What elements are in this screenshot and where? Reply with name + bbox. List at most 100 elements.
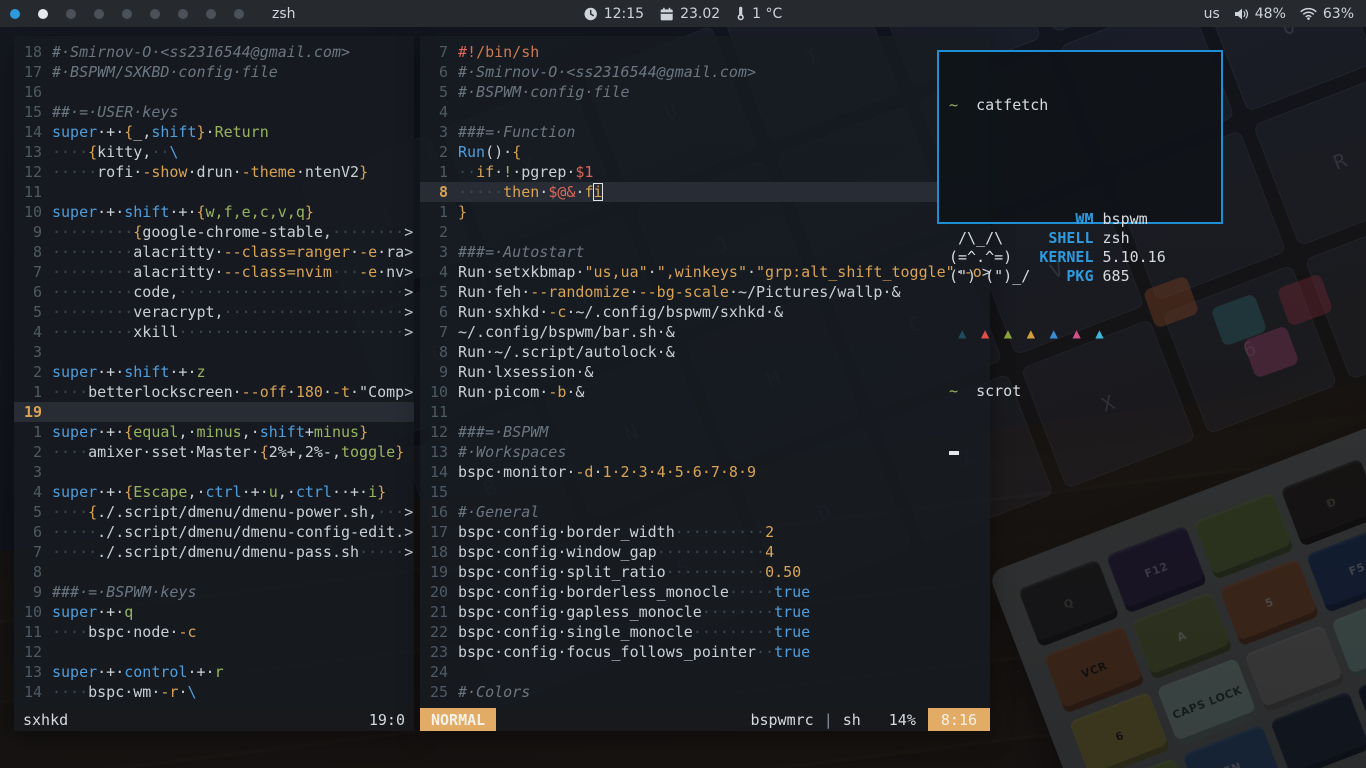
editor-line[interactable]: 18bspc·config·window_gap············4 bbox=[420, 542, 990, 562]
editor-line[interactable]: 2super·+·shift·+·z bbox=[14, 362, 414, 382]
editor-line[interactable]: 10Run·picom·-b·& bbox=[420, 382, 990, 402]
editor-line[interactable]: 2Run()·{ bbox=[420, 142, 990, 162]
workspace-dot-empty[interactable] bbox=[206, 9, 216, 19]
editor-line[interactable]: 5····{./.script/dmenu/dmenu-power.sh,···… bbox=[14, 502, 414, 522]
line-number: 9 bbox=[420, 362, 458, 382]
editor-line[interactable]: 7~/.config/bspwm/bar.sh·& bbox=[420, 322, 990, 342]
workspace-dot-empty[interactable] bbox=[122, 9, 132, 19]
editor-line[interactable]: 13super·+·control·+·r bbox=[14, 662, 414, 682]
workspace-dot-focused[interactable] bbox=[10, 9, 20, 19]
editor-line[interactable]: 10super·+·q bbox=[14, 602, 414, 622]
editor-line[interactable]: 20bspc·config·borderless_monocle·····tru… bbox=[420, 582, 990, 602]
editor-line[interactable]: 1··if·!·pgrep·$1 bbox=[420, 162, 990, 182]
editor-line[interactable]: 6#·Smirnov-O·<ss2316544@gmail.com> bbox=[420, 62, 990, 82]
editor-line[interactable]: 11 bbox=[420, 402, 990, 422]
editor-line[interactable]: 6·····./.script/dmenu/dmenu-config-edit.… bbox=[14, 522, 414, 542]
code-token: > bbox=[404, 303, 413, 321]
editor-line[interactable]: 21bspc·config·gapless_monocle········tru… bbox=[420, 602, 990, 622]
editor-line[interactable]: 10super·+·shift·+·{w,f,e,c,v,q} bbox=[14, 202, 414, 222]
editor-line[interactable]: 4 bbox=[420, 102, 990, 122]
editor-line[interactable]: 11 bbox=[14, 182, 414, 202]
editor-line[interactable]: 6·········code,·························… bbox=[14, 282, 414, 302]
editor-line[interactable]: 25#·Colors bbox=[420, 682, 990, 702]
workspace-dot-occupied[interactable] bbox=[38, 9, 48, 19]
editor-line[interactable]: 14super·+·{_,shift}·Return bbox=[14, 122, 414, 142]
editor-line[interactable]: 17bspc·config·border_width··········2 bbox=[420, 522, 990, 542]
editor-line[interactable]: 5·········veracrypt,····················… bbox=[14, 302, 414, 322]
editor-line[interactable]: 4Run·setxkbmap·"us,ua"·",winkeys"·"grp:a… bbox=[420, 262, 990, 282]
editor-line[interactable]: 2····amixer·sset·Master·{2%+,2%-,toggle} bbox=[14, 442, 414, 462]
workspace-dot-empty[interactable] bbox=[178, 9, 188, 19]
editor-line[interactable]: 3###=·Function bbox=[420, 122, 990, 142]
editor-line[interactable]: 6Run·sxhkd·-c·~/.config/bspwm/sxhkd·& bbox=[420, 302, 990, 322]
editor-line[interactable]: 9·········{google-chrome-stable,········… bbox=[14, 222, 414, 242]
floating-terminal-catfetch[interactable]: ~ catfetch WM bspwm /\_/\ SHELL zsh(=^.^… bbox=[937, 50, 1223, 224]
focused-window-title: zsh bbox=[272, 6, 296, 22]
terminal-window-bspwmrc[interactable]: 7#!/bin/sh6#·Smirnov-O·<ss2316544@gmail.… bbox=[420, 36, 990, 731]
keyboard-layout-indicator[interactable]: us bbox=[1204, 6, 1220, 22]
right-editor-buffer[interactable]: 7#!/bin/sh6#·Smirnov-O·<ss2316544@gmail.… bbox=[420, 36, 990, 708]
editor-line[interactable]: 11····bspc·node·-c bbox=[14, 622, 414, 642]
line-code: } bbox=[458, 202, 467, 222]
editor-line[interactable]: 13#·Workspaces bbox=[420, 442, 990, 462]
editor-line[interactable]: 4super·+·{Escape,·ctrl·+·u,·ctrl··+·i} bbox=[14, 482, 414, 502]
code-token: > bbox=[404, 503, 413, 521]
workspace-dot-empty[interactable] bbox=[234, 9, 244, 19]
editor-line[interactable]: 23bspc·config·focus_follows_pointer··tru… bbox=[420, 642, 990, 662]
editor-line[interactable]: 14····bspc·wm·-r·\ bbox=[14, 682, 414, 702]
editor-line[interactable]: 4·········xkill·························… bbox=[14, 322, 414, 342]
editor-line[interactable]: 12·····rofi·-show·drun·-theme·ntenV2} bbox=[14, 162, 414, 182]
editor-line[interactable]: 17#·BSPWM/SXKBD·config·file bbox=[14, 62, 414, 82]
editor-line[interactable]: 1····betterlockscreen·--off·180·-t·"Comp… bbox=[14, 382, 414, 402]
code-token: \ bbox=[187, 683, 196, 701]
editor-line[interactable]: 15##·=·USER·keys bbox=[14, 102, 414, 122]
editor-line[interactable]: 5Run·feh·--randomize·--bg-scale·~/Pictur… bbox=[420, 282, 990, 302]
editor-line[interactable]: 18#·Smirnov-O·<ss2316544@gmail.com> bbox=[14, 42, 414, 62]
line-number: 5 bbox=[420, 282, 458, 302]
editor-line[interactable]: 16 bbox=[14, 82, 414, 102]
workspace-dot-empty[interactable] bbox=[66, 9, 76, 19]
line-code: ~/.config/bspwm/bar.sh·& bbox=[458, 322, 675, 342]
catfetch-color-palette: ▲ ▲ ▲ ▲ ▲ ▲ ▲ bbox=[949, 324, 1221, 344]
wifi-module[interactable]: 63% bbox=[1300, 6, 1354, 22]
line-code: bspc·config·border_width··········2 bbox=[458, 522, 774, 542]
editor-line[interactable]: 15 bbox=[420, 482, 990, 502]
editor-line[interactable]: 16#·General bbox=[420, 502, 990, 522]
workspace-dot-empty[interactable] bbox=[150, 9, 160, 19]
left-editor-buffer[interactable]: 18#·Smirnov-O·<ss2316544@gmail.com>17#·B… bbox=[14, 36, 414, 708]
editor-line[interactable]: 2 bbox=[420, 222, 990, 242]
editor-line[interactable]: 8·····then·$@&·fi bbox=[420, 182, 990, 202]
line-number: 12 bbox=[14, 162, 52, 182]
line-number: 7 bbox=[420, 42, 458, 62]
editor-line[interactable]: 1} bbox=[420, 202, 990, 222]
editor-line[interactable]: 1super·+·{equal,·minus,·shift+minus} bbox=[14, 422, 414, 442]
code-token: ··········· bbox=[666, 563, 765, 581]
editor-line[interactable]: 3 bbox=[14, 462, 414, 482]
editor-line[interactable]: 9###·=·BSPWM·keys bbox=[14, 582, 414, 602]
editor-line[interactable]: 9Run·lxsession·& bbox=[420, 362, 990, 382]
editor-line[interactable]: 7·····./.script/dmenu/dmenu-pass.sh·····… bbox=[14, 542, 414, 562]
editor-line[interactable]: 5#·BSPWM·config·file bbox=[420, 82, 990, 102]
editor-line[interactable]: 14bspc·monitor·-d·1·2·3·4·5·6·7·8·9 bbox=[420, 462, 990, 482]
workspace-dot-empty[interactable] bbox=[94, 9, 104, 19]
editor-line[interactable]: 3 bbox=[14, 342, 414, 362]
editor-line[interactable]: 24 bbox=[420, 662, 990, 682]
editor-line[interactable]: 7·········alacritty·--class=nvim···-e·nv… bbox=[14, 262, 414, 282]
editor-line[interactable]: 13····{kitty,··\ bbox=[14, 142, 414, 162]
editor-line[interactable]: 8 bbox=[14, 562, 414, 582]
editor-line[interactable]: 8·········alacritty·--class=ranger·-e·ra… bbox=[14, 242, 414, 262]
terminal-window-sxhkd[interactable]: 18#·Smirnov-O·<ss2316544@gmail.com>17#·B… bbox=[14, 36, 414, 731]
editor-line[interactable]: 7#!/bin/sh bbox=[420, 42, 990, 62]
editor-line[interactable]: 12 bbox=[14, 642, 414, 662]
editor-line[interactable]: 12###=·BSPWM bbox=[420, 422, 990, 442]
editor-line[interactable]: 19 bbox=[14, 402, 414, 422]
code-token: 2%+,2%-, bbox=[269, 443, 341, 461]
editor-line[interactable]: 8Run·~/.script/autolock·& bbox=[420, 342, 990, 362]
editor-line[interactable]: 3###=·Autostart bbox=[420, 242, 990, 262]
volume-module[interactable]: 48% bbox=[1234, 6, 1286, 22]
editor-line[interactable]: 19bspc·config·split_ratio···········0.50 bbox=[420, 562, 990, 582]
line-code: ·····./.script/dmenu/dmenu-pass.sh·····> bbox=[52, 542, 413, 562]
editor-line[interactable]: 22bspc·config·single_monocle·········tru… bbox=[420, 622, 990, 642]
palette-triangle: ▲ bbox=[1049, 326, 1072, 342]
code-token: true bbox=[774, 643, 810, 661]
